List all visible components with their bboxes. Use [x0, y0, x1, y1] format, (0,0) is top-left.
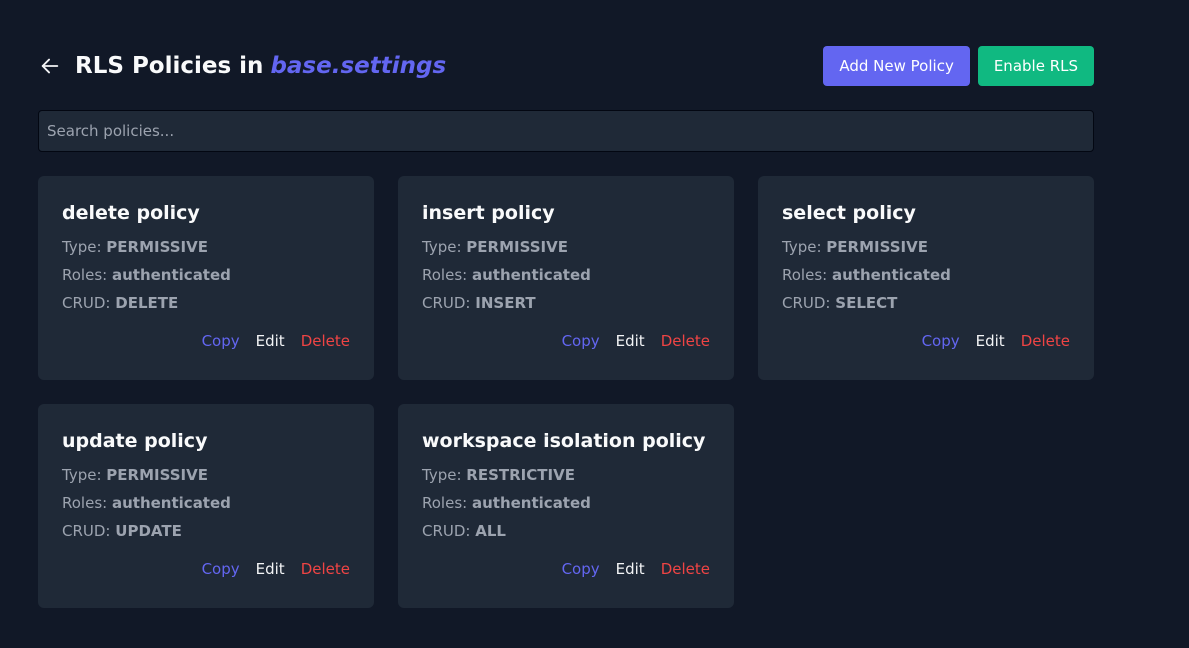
title-wrap: RLS Policies in base.settings [38, 53, 446, 79]
policy-card: delete policy Type: PERMISSIVE Roles: au… [38, 176, 374, 380]
back-arrow-icon[interactable] [38, 54, 62, 78]
crud-value: UPDATE [115, 522, 182, 540]
type-value: PERMISSIVE [826, 238, 928, 256]
edit-button[interactable]: Edit [256, 560, 285, 578]
policy-crud: CRUD: UPDATE [62, 517, 350, 545]
type-value: PERMISSIVE [466, 238, 568, 256]
edit-button[interactable]: Edit [976, 332, 1005, 350]
policy-name: update policy [62, 430, 208, 452]
delete-button[interactable]: Delete [661, 560, 710, 578]
crud-value: DELETE [115, 294, 179, 312]
policy-roles: Roles: authenticated [422, 489, 710, 517]
roles-label: Roles: [782, 266, 828, 284]
card-actions: Copy Edit Delete [202, 560, 350, 578]
edit-button[interactable]: Edit [616, 560, 645, 578]
delete-button[interactable]: Delete [661, 332, 710, 350]
crud-label: CRUD: [62, 522, 111, 540]
delete-button[interactable]: Delete [1021, 332, 1070, 350]
policy-crud: CRUD: DELETE [62, 289, 350, 317]
card-actions: Copy Edit Delete [922, 332, 1070, 350]
crud-value: INSERT [475, 294, 536, 312]
policy-card: workspace isolation policy Type: RESTRIC… [398, 404, 734, 608]
delete-button[interactable]: Delete [301, 332, 350, 350]
roles-value: authenticated [831, 266, 951, 284]
roles-label: Roles: [422, 494, 468, 512]
policy-name: insert policy [422, 202, 555, 224]
copy-button[interactable]: Copy [562, 332, 600, 350]
roles-value: authenticated [111, 266, 231, 284]
rls-policies-page: RLS Policies in base.settings Add New Pol… [0, 0, 1189, 648]
policy-roles: Roles: authenticated [782, 261, 1070, 289]
enable-rls-button[interactable]: Enable RLS [977, 46, 1094, 86]
header-actions: Add New Policy Enable RLS [823, 46, 1094, 86]
policy-roles: Roles: authenticated [422, 261, 710, 289]
policy-roles: Roles: authenticated [62, 261, 350, 289]
copy-button[interactable]: Copy [202, 560, 240, 578]
policy-type: Type: PERMISSIVE [422, 233, 710, 261]
type-label: Type: [422, 466, 462, 484]
roles-value: authenticated [471, 266, 591, 284]
type-value: RESTRICTIVE [466, 466, 575, 484]
type-label: Type: [422, 238, 462, 256]
policy-crud: CRUD: SELECT [782, 289, 1070, 317]
policy-type: Type: PERMISSIVE [62, 233, 350, 261]
copy-button[interactable]: Copy [922, 332, 960, 350]
page-title: RLS Policies in base.settings [75, 53, 446, 79]
copy-button[interactable]: Copy [562, 560, 600, 578]
policy-name: select policy [782, 202, 916, 224]
policy-name: workspace isolation policy [422, 430, 706, 452]
edit-button[interactable]: Edit [256, 332, 285, 350]
crud-label: CRUD: [62, 294, 111, 312]
roles-label: Roles: [422, 266, 468, 284]
add-new-policy-button[interactable]: Add New Policy [823, 46, 970, 86]
type-label: Type: [782, 238, 822, 256]
edit-button[interactable]: Edit [616, 332, 645, 350]
policy-card: insert policy Type: PERMISSIVE Roles: au… [398, 176, 734, 380]
type-value: PERMISSIVE [106, 238, 208, 256]
search-input[interactable] [38, 110, 1094, 152]
policy-type: Type: RESTRICTIVE [422, 461, 710, 489]
copy-button[interactable]: Copy [202, 332, 240, 350]
roles-label: Roles: [62, 494, 108, 512]
type-value: PERMISSIVE [106, 466, 208, 484]
policy-roles: Roles: authenticated [62, 489, 350, 517]
crud-value: SELECT [835, 294, 898, 312]
policy-grid: delete policy Type: PERMISSIVE Roles: au… [38, 176, 1094, 608]
card-actions: Copy Edit Delete [202, 332, 350, 350]
crud-value: ALL [475, 522, 506, 540]
policy-card: select policy Type: PERMISSIVE Roles: au… [758, 176, 1094, 380]
policy-crud: CRUD: INSERT [422, 289, 710, 317]
roles-value: authenticated [111, 494, 231, 512]
crud-label: CRUD: [422, 522, 471, 540]
crud-label: CRUD: [422, 294, 471, 312]
type-label: Type: [62, 238, 102, 256]
page-title-prefix: RLS Policies in [75, 53, 264, 79]
card-actions: Copy Edit Delete [562, 332, 710, 350]
policy-type: Type: PERMISSIVE [62, 461, 350, 489]
roles-label: Roles: [62, 266, 108, 284]
policy-name: delete policy [62, 202, 200, 224]
crud-label: CRUD: [782, 294, 831, 312]
roles-value: authenticated [471, 494, 591, 512]
table-name: base.settings [270, 53, 447, 79]
delete-button[interactable]: Delete [301, 560, 350, 578]
policy-type: Type: PERMISSIVE [782, 233, 1070, 261]
policy-card: update policy Type: PERMISSIVE Roles: au… [38, 404, 374, 608]
page-header: RLS Policies in base.settings Add New Pol… [38, 46, 1094, 86]
type-label: Type: [62, 466, 102, 484]
card-actions: Copy Edit Delete [562, 560, 710, 578]
policy-crud: CRUD: ALL [422, 517, 710, 545]
